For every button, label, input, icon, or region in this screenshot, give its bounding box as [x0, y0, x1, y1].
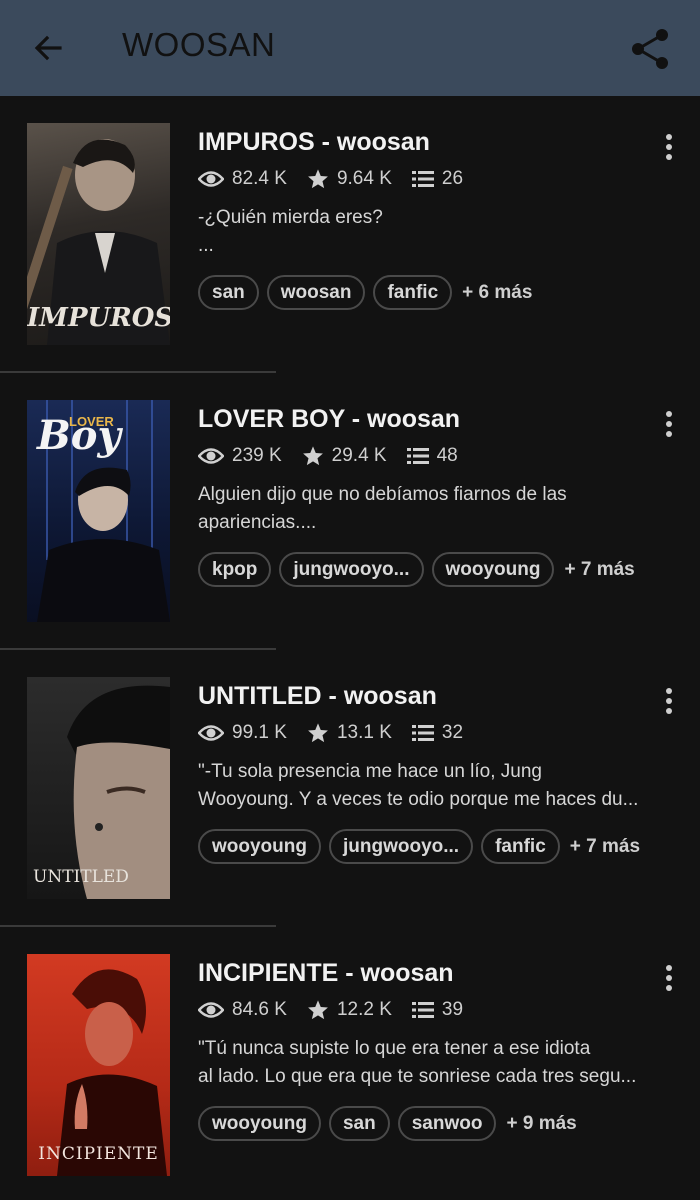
story-title[interactable]: LOVER BOY - woosan [198, 405, 460, 434]
story-title[interactable]: IMPUROS - woosan [198, 128, 430, 157]
tag-list: wooyoung san sanwoo + 9 más [198, 1106, 577, 1141]
story-stats: 82.4 K 9.64 K 26 [198, 168, 483, 190]
description-line: al lado. Lo que era que te sonriese cada… [198, 1066, 637, 1087]
description-line: "-Tu sola presencia me hace un lío, Jung [198, 761, 543, 782]
story-description: Alguien dijo que no debíamos fiarnos de … [198, 481, 670, 537]
star-icon [308, 1000, 328, 1020]
views-count: 239 K [232, 445, 282, 466]
tag-chip[interactable]: wooyoung [431, 552, 555, 587]
arrow-left-icon[interactable] [28, 28, 68, 68]
tag-list: kpop jungwooyo... wooyoung + 7 más [198, 552, 635, 587]
page-title: WOOSAN [122, 26, 276, 63]
tag-chip[interactable]: san [328, 1106, 390, 1141]
parts-count: 48 [436, 445, 458, 466]
story-item[interactable]: IMPUROS IMPUROS - woosan 82.4 K 9.64 K 2… [0, 96, 700, 373]
story-cover[interactable]: UNTITLED [27, 677, 170, 899]
more-vert-icon[interactable] [656, 965, 682, 999]
story-description: "-Tu sola presencia me hace un lío, Jung… [198, 758, 670, 814]
tag-chip[interactable]: fanfic [481, 829, 560, 864]
tag-list: san woosan fanfic + 6 más [198, 275, 532, 310]
tag-chip[interactable]: woosan [266, 275, 366, 310]
more-tags-link[interactable]: + 9 más [506, 1113, 576, 1135]
description-line: Alguien dijo que no debíamos fiarnos de … [198, 484, 567, 505]
list-icon [406, 448, 429, 464]
share-icon[interactable] [628, 26, 674, 72]
eye-icon [198, 171, 224, 187]
more-vert-icon[interactable] [656, 411, 682, 445]
tag-chip[interactable]: fanfic [373, 275, 453, 310]
story-description: "Tú nunca supiste lo que era tener a ese… [198, 1035, 670, 1091]
tag-chip[interactable]: wooyoung [198, 829, 321, 864]
more-vert-icon[interactable] [656, 134, 682, 168]
story-title[interactable]: UNTITLED - woosan [198, 682, 437, 711]
eye-icon [198, 725, 224, 741]
views-count: 84.6 K [232, 999, 287, 1020]
more-tags-link[interactable]: + 7 más [564, 559, 634, 581]
star-icon [308, 169, 328, 189]
tag-chip[interactable]: jungwooyo... [279, 552, 424, 587]
story-cover[interactable]: LOVER Boy [27, 400, 170, 622]
more-tags-link[interactable]: + 7 más [570, 836, 640, 858]
eye-icon [198, 1002, 224, 1018]
description-line: apariencias.... [198, 512, 317, 533]
cover-title: UNTITLED [33, 867, 129, 887]
cover-art [67, 685, 170, 899]
description-line: ... [198, 235, 214, 256]
parts-count: 39 [441, 999, 464, 1020]
story-item[interactable]: UNTITLED UNTITLED - woosan 99.1 K 13.1 K… [0, 650, 700, 927]
list-icon [411, 171, 434, 187]
story-cover[interactable]: IMPUROS [27, 123, 170, 345]
cover-title: IMPUROS [27, 303, 170, 333]
tag-chip[interactable]: wooyoung [198, 1106, 321, 1141]
parts-count: 32 [441, 722, 464, 743]
cover-art [57, 969, 167, 1176]
app-bar: WOOSAN [0, 0, 700, 96]
tag-list: wooyoung jungwooyo... fanfic + 7 más [198, 829, 640, 864]
list-icon [411, 725, 434, 741]
story-list: IMPUROS IMPUROS - woosan 82.4 K 9.64 K 2… [0, 96, 700, 1200]
tag-chip[interactable]: sanwoo [397, 1106, 497, 1141]
star-icon [308, 723, 328, 743]
tag-chip[interactable]: san [198, 275, 259, 310]
description-line: -¿Quién mierda eres? [198, 207, 383, 228]
story-item[interactable]: INCIPIENTE INCIPIENTE - woosan 84.6 K 12… [0, 927, 700, 1200]
cover-title: Boy [37, 412, 121, 459]
star-icon [302, 446, 323, 466]
story-description: -¿Quién mierda eres? ... [198, 204, 670, 260]
story-stats: 84.6 K 12.2 K 39 [198, 999, 483, 1021]
votes-count: 13.1 K [336, 722, 392, 743]
story-cover[interactable]: INCIPIENTE [27, 954, 170, 1176]
votes-count: 9.64 K [336, 168, 392, 189]
story-title[interactable]: INCIPIENTE - woosan [198, 959, 454, 988]
story-stats: 239 K 29.4 K 48 [198, 445, 478, 467]
votes-count: 12.2 K [336, 999, 392, 1020]
views-count: 99.1 K [232, 722, 287, 743]
votes-count: 29.4 K [331, 445, 387, 466]
description-line: Wooyoung. Y a veces te odio porque me ha… [198, 789, 639, 810]
tag-chip[interactable]: kpop [198, 552, 272, 587]
more-tags-link[interactable]: + 6 más [462, 282, 532, 304]
more-vert-icon[interactable] [656, 688, 682, 722]
list-icon [411, 1002, 434, 1018]
story-stats: 99.1 K 13.1 K 32 [198, 722, 483, 744]
cover-title: INCIPIENTE [38, 1144, 159, 1164]
description-line: "Tú nunca supiste lo que era tener a ese… [198, 1038, 591, 1059]
eye-icon [198, 448, 224, 464]
views-count: 82.4 K [232, 168, 287, 189]
story-item[interactable]: LOVER Boy LOVER BOY - woosan 239 K 29.4 … [0, 373, 700, 650]
tag-chip[interactable]: jungwooyo... [328, 829, 474, 864]
parts-count: 26 [441, 168, 464, 189]
